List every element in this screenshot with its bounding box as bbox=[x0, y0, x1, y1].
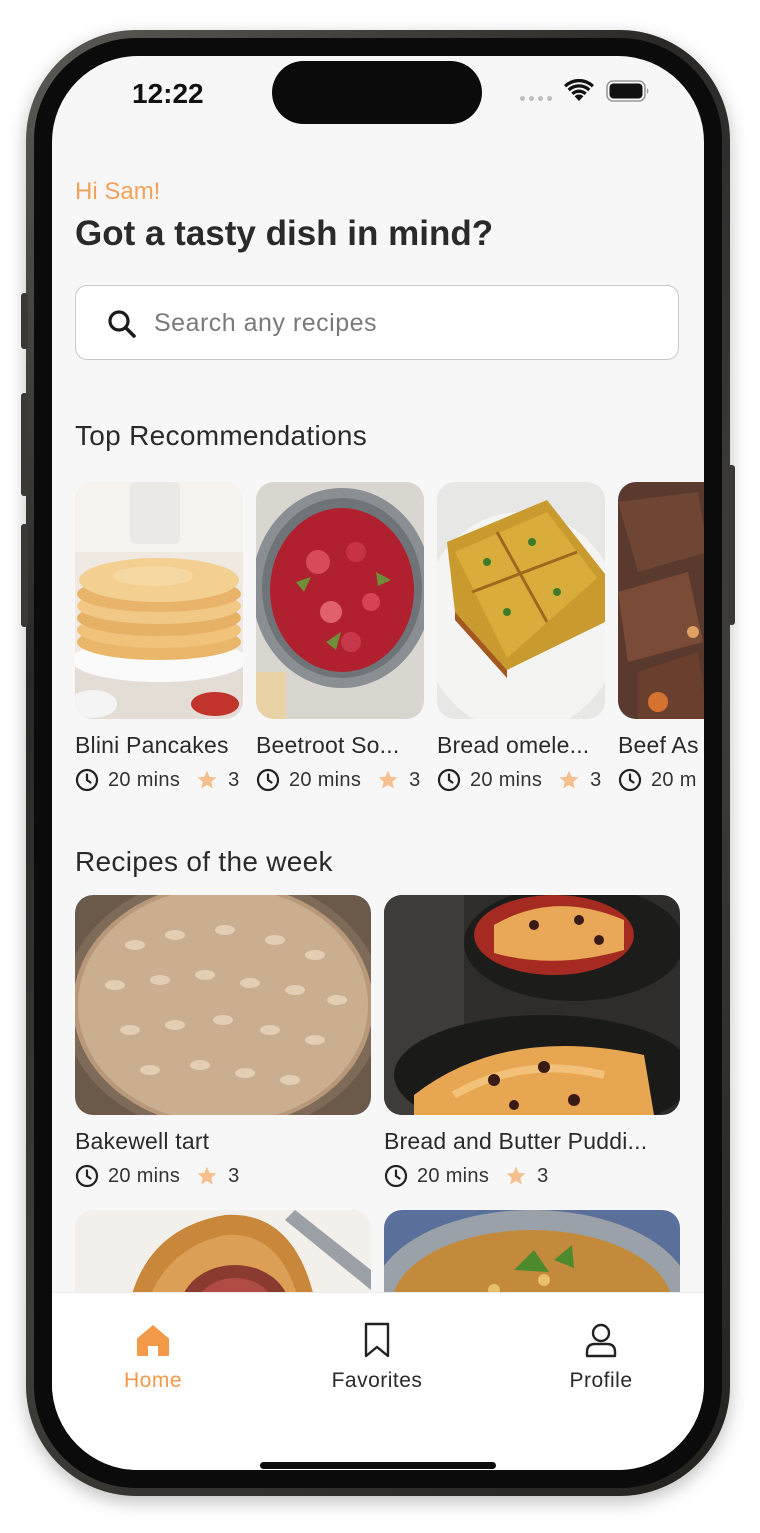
star-icon bbox=[197, 770, 217, 789]
recipe-card-beef[interactable]: Beef As 20 m bbox=[618, 482, 704, 792]
recipe-image bbox=[75, 895, 371, 1115]
recipe-meta: 20 m bbox=[618, 768, 704, 792]
clock-icon bbox=[437, 768, 461, 792]
star-icon bbox=[506, 1166, 526, 1185]
section-title-recipes-of-the-week: Recipes of the week bbox=[75, 846, 333, 877]
recipe-image bbox=[75, 482, 243, 719]
recipe-card-blini-pancakes[interactable]: Blini Pancakes 20 mins 3 bbox=[75, 482, 243, 792]
bookmark-icon bbox=[364, 1322, 390, 1358]
greeting-text: Hi Sam! bbox=[75, 178, 161, 205]
volume-down-button bbox=[21, 524, 28, 627]
action-button bbox=[21, 293, 28, 349]
recipe-card-bread-butter-pudding[interactable]: Bread and Butter Puddi... 20 mins 3 bbox=[384, 895, 680, 1188]
recipe-image bbox=[384, 895, 680, 1115]
recipe-meta: 20 mins 3 bbox=[384, 1164, 680, 1188]
recipe-image bbox=[618, 482, 704, 719]
rating: 3 bbox=[228, 768, 240, 791]
app-screen: 12:22 Hi Sam! Got a tasty dish in mind? … bbox=[52, 56, 704, 1470]
home-indicator bbox=[260, 1462, 496, 1469]
recipe-card-beetroot-soup[interactable]: Beetroot So... 20 mins 3 bbox=[256, 482, 424, 792]
rating: 3 bbox=[228, 1164, 240, 1187]
home-icon bbox=[137, 1325, 169, 1356]
clock-icon bbox=[384, 1164, 408, 1188]
cook-time: 20 mins bbox=[108, 768, 181, 791]
recipe-title: Bakewell tart bbox=[75, 1128, 210, 1154]
cook-time: 20 mins bbox=[108, 1164, 181, 1187]
recipe-meta: 20 mins 3 bbox=[75, 1164, 371, 1188]
recipe-title: Blini Pancakes bbox=[75, 732, 229, 758]
recipe-title: Beetroot So... bbox=[256, 732, 400, 758]
nav-label-home: Home bbox=[123, 1369, 183, 1392]
nav-item-profile[interactable]: Profile bbox=[521, 1321, 681, 1393]
clock-icon bbox=[256, 768, 280, 792]
recipe-meta: 20 mins 3 bbox=[437, 768, 605, 792]
search-bar[interactable] bbox=[75, 285, 679, 360]
dynamic-island bbox=[272, 61, 482, 124]
clock-icon bbox=[75, 1164, 99, 1188]
recipe-card-bakewell-tart[interactable]: Bakewell tart 20 mins 3 bbox=[75, 895, 371, 1188]
cook-time: 20 mins bbox=[417, 1164, 490, 1187]
cook-time: 20 mins bbox=[289, 768, 362, 791]
clock-icon bbox=[618, 768, 642, 792]
star-icon bbox=[197, 1166, 217, 1185]
rating: 3 bbox=[537, 1164, 549, 1187]
recipe-meta: 20 mins 3 bbox=[75, 768, 243, 792]
star-icon bbox=[378, 770, 398, 789]
recipe-meta: 20 mins 3 bbox=[256, 768, 424, 792]
nav-item-home[interactable]: Home bbox=[73, 1321, 233, 1393]
rating: 3 bbox=[590, 768, 602, 791]
clock-icon bbox=[75, 768, 99, 792]
wifi-icon bbox=[564, 79, 594, 101]
battery-icon bbox=[606, 80, 649, 102]
recipe-title: Bread and Butter Puddi... bbox=[384, 1128, 648, 1154]
cook-time: 20 mins bbox=[470, 768, 543, 791]
recipe-image bbox=[256, 482, 424, 719]
volume-up-button bbox=[21, 393, 28, 496]
recipe-title: Beef As bbox=[618, 732, 699, 758]
recipe-image bbox=[437, 482, 605, 719]
star-icon bbox=[559, 770, 579, 789]
section-title-top-recommendations: Top Recommendations bbox=[75, 420, 368, 451]
recipe-title: Bread omele... bbox=[437, 732, 590, 758]
status-time: 12:22 bbox=[132, 78, 204, 109]
bottom-navigation: Home Favorites Profile bbox=[52, 1292, 704, 1470]
cellular-signal-icon bbox=[520, 96, 552, 101]
nav-label-favorites: Favorites bbox=[331, 1369, 423, 1392]
rating: 3 bbox=[409, 768, 421, 791]
user-icon bbox=[585, 1323, 617, 1358]
power-button bbox=[728, 465, 735, 625]
nav-item-favorites[interactable]: Favorites bbox=[297, 1321, 457, 1393]
nav-label-profile: Profile bbox=[569, 1369, 633, 1392]
page-title: Got a tasty dish in mind? bbox=[75, 214, 494, 253]
cook-time: 20 m bbox=[651, 768, 697, 791]
search-input[interactable] bbox=[154, 300, 654, 346]
recipe-card-bread-omelette[interactable]: Bread omele... 20 mins 3 bbox=[437, 482, 605, 792]
search-icon bbox=[108, 310, 136, 338]
recommendations-carousel[interactable]: Blini Pancakes 20 mins 3 Beetroot So... … bbox=[75, 482, 704, 802]
